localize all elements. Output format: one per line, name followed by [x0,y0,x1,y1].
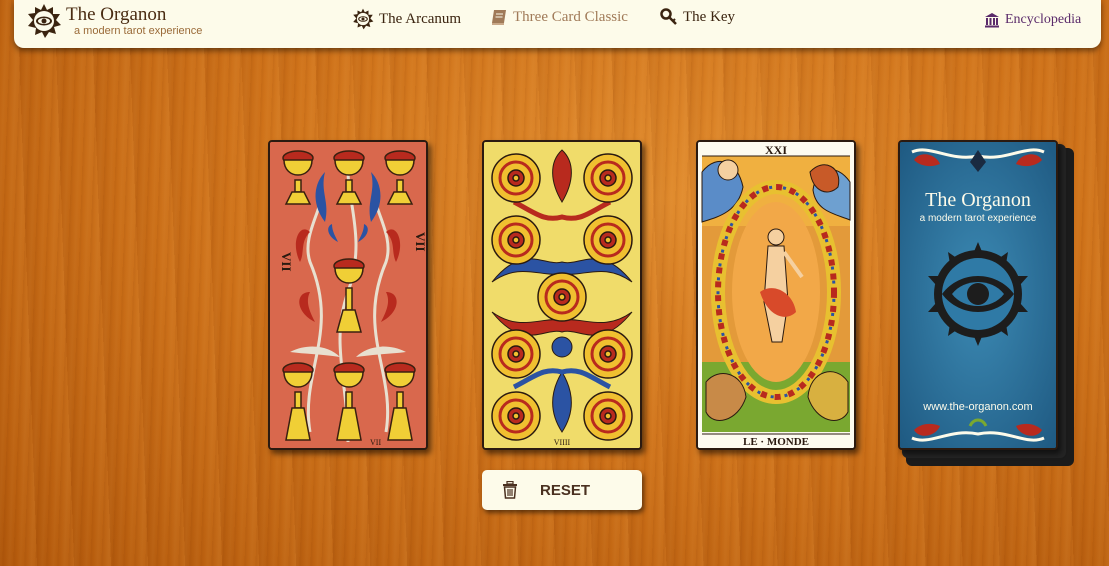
nav-the-key[interactable]: The Key [660,8,735,26]
deck-back-art: The Organon a modern tarot experience ww… [900,142,1056,448]
brand-logo[interactable]: The Organon a modern tarot experience [26,3,202,43]
le-monde-art: XXI LE · MONDE [698,142,854,448]
top-navigation-bar: The Organon a modern tarot experience Th… [14,0,1101,48]
trash-icon [503,481,517,499]
nav-label-arcanum: The Arcanum [379,10,462,27]
card3-numeral-top: XXI [765,143,787,157]
nav-label-three-card: Three Card Classic [513,8,628,25]
seven-of-cups-art: VII VII VII [270,142,426,448]
card1-numeral-bottom: VII [370,438,381,447]
nav-encyclopedia[interactable]: Encyclopedia [984,12,1081,28]
reset-label: RESET [540,481,591,499]
reset-button[interactable]: RESET [482,470,642,510]
nav-three-card-classic[interactable]: Three Card Classic [490,8,628,26]
library-building-icon [985,13,999,28]
tarot-card-seven-of-cups[interactable]: VII VII VII [268,140,428,450]
book-icon [492,10,506,25]
card2-numeral-bottom: VIIII [554,438,571,447]
nine-of-coins-art: VIIII [484,142,640,448]
key-icon [660,8,677,25]
nav-the-arcanum[interactable]: The Arcanum [352,8,461,30]
tarot-card-le-monde[interactable]: XXI LE · MONDE [696,140,856,450]
deck-url: www.the-organon.com [922,401,1032,413]
card3-name: LE · MONDE [743,436,809,448]
brand-subtitle: a modern tarot experience [74,25,203,37]
card1-numeral-right: VII [413,232,426,252]
nav-label-encyclopedia: Encyclopedia [1005,12,1082,27]
nav-label-key: The Key [683,8,736,25]
tarot-deck-top-card[interactable]: The Organon a modern tarot experience ww… [898,140,1058,450]
deck-subtitle: a modern tarot experience [920,213,1037,224]
card1-numeral-left: VII [279,252,294,272]
eye-sun-logo-icon [28,4,61,38]
eye-sun-icon [353,8,374,30]
tarot-card-nine-of-coins[interactable]: VIIII [482,140,642,450]
deck-title: The Organon [925,189,1031,211]
brand-title: The Organon [66,4,167,25]
